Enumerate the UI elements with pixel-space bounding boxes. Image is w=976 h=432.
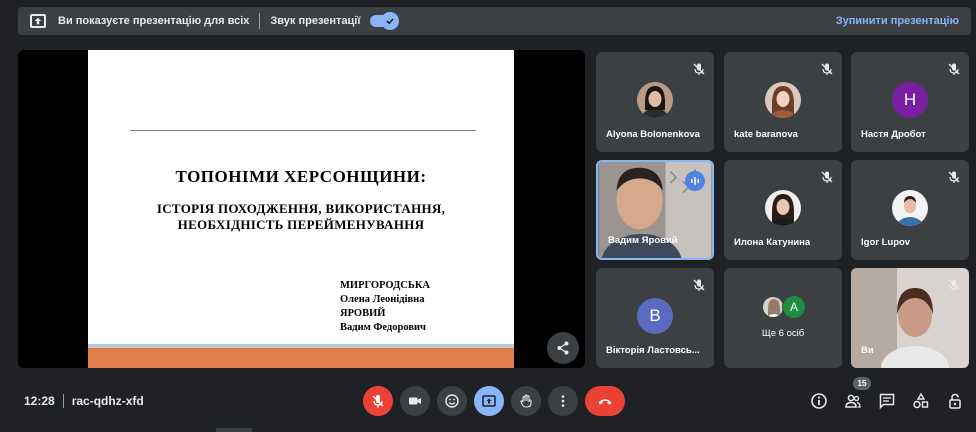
avatar <box>892 190 928 226</box>
participant-name: Настя Дробот <box>861 129 926 140</box>
chat-button[interactable] <box>876 390 898 412</box>
presentation-view: ТОПОНІМИ ХЕРСОНЩИНИ: ІСТОРІЯ ПОХОДЖЕННЯ,… <box>18 50 585 368</box>
control-bar: 12:28 rac-qdhz-xfd <box>0 380 976 424</box>
avatar <box>765 82 801 118</box>
slide-authors: МИРГОРОДСЬКА Олена Леонідівна ЯРОВИЙ Вад… <box>340 279 430 335</box>
meeting-time: 12:28 <box>24 394 55 408</box>
slide-title: ТОПОНІМИ ХЕРСОНЩИНИ: <box>175 167 427 186</box>
more-participants-tile[interactable]: A Ще 6 осіб <box>724 268 842 368</box>
camera-icon <box>409 397 421 405</box>
avatar: B <box>637 298 673 334</box>
banner-divider <box>259 13 261 29</box>
info-icon <box>811 393 827 409</box>
speaking-icon <box>685 171 705 191</box>
present-now-button[interactable] <box>474 386 504 416</box>
slide: ТОПОНІМИ ХЕРСОНЩИНИ: ІСТОРІЯ ПОХОДЖЕННЯ,… <box>88 50 514 368</box>
present-icon <box>30 14 46 28</box>
hand-icon <box>520 394 532 408</box>
participant-tile[interactable]: Alyona Bolonenkova <box>596 52 714 152</box>
activities-icon <box>913 392 929 409</box>
more-icon <box>561 395 565 407</box>
avatar: H <box>892 82 928 118</box>
participant-name: Вадим Яровий <box>608 235 678 246</box>
more-participants-label: Ще 6 осіб <box>761 328 805 339</box>
meeting-info: 12:28 rac-qdhz-xfd <box>24 394 144 408</box>
participant-name: Илона Катунина <box>734 237 811 248</box>
mic-off-icon <box>693 63 705 75</box>
participant-tile[interactable]: kate baranova <box>724 52 842 152</box>
raise-hand-button[interactable] <box>511 386 541 416</box>
participant-tile[interactable]: Igor Lupov <box>851 160 969 260</box>
slide-subtitle-line2: НЕОБХІДНІСТЬ ПЕРЕЙМЕНУВАННЯ <box>177 217 425 232</box>
slide-footer-bar <box>88 348 514 368</box>
author2-name: Вадим Федорович <box>340 322 426 333</box>
call-end-icon <box>598 399 612 405</box>
stop-presenting-button[interactable]: Зупинити презентацію <box>836 15 959 27</box>
author1-surname: МИРГОРОДСЬКА <box>340 280 431 291</box>
reactions-button[interactable] <box>437 386 467 416</box>
scroll-indicator <box>216 428 252 432</box>
activities-button[interactable] <box>910 390 932 412</box>
participant-tile[interactable]: Илона Катунина <box>724 160 842 260</box>
participant-name: Ви <box>861 345 874 356</box>
chat-icon <box>879 393 895 410</box>
presentation-sound-toggle[interactable] <box>370 12 400 30</box>
mic-off-icon <box>948 171 960 183</box>
presenting-message: Ви показуєте презентацію для всіх <box>58 15 250 27</box>
mic-off-icon <box>948 63 960 75</box>
avatar <box>762 296 784 318</box>
avatar: A <box>782 295 806 319</box>
author2-surname: ЯРОВИЙ <box>340 308 386 319</box>
microphone-toggle-button[interactable] <box>363 386 393 416</box>
share-button[interactable] <box>547 332 579 364</box>
present-now-icon <box>482 395 496 407</box>
participant-name: Alyona Bolonenkova <box>606 129 700 140</box>
meeting-info-divider <box>62 394 64 408</box>
meeting-code: rac-qdhz-xfd <box>71 394 144 408</box>
lock-icon <box>949 393 961 409</box>
author1-name: Олена Леонідівна <box>340 294 425 305</box>
participants-button[interactable] <box>842 390 864 412</box>
mic-off-icon <box>372 395 384 408</box>
leave-call-button[interactable] <box>585 386 625 416</box>
presentation-sound-label: Звук презентації <box>270 15 361 27</box>
participant-tile-active[interactable]: Вадим Яровий <box>596 160 714 260</box>
mic-off-icon <box>821 63 833 75</box>
slide-subtitle: ІСТОРІЯ ПОХОДЖЕННЯ, ВИКОРИСТАННЯ, НЕОБХІ… <box>88 201 514 233</box>
meeting-details-button[interactable] <box>808 390 830 412</box>
mic-off-icon <box>693 279 705 291</box>
mic-off-icon <box>821 171 833 183</box>
host-controls-button[interactable] <box>944 390 966 412</box>
emoji-icon <box>445 394 459 408</box>
mic-off-icon <box>948 279 960 291</box>
more-options-button[interactable] <box>548 386 578 416</box>
camera-toggle-button[interactable] <box>400 386 430 416</box>
self-tile[interactable]: Ви <box>851 268 969 368</box>
participant-count-badge: 15 <box>853 377 871 390</box>
avatar <box>637 82 673 118</box>
participant-name: kate baranova <box>734 129 798 140</box>
check-icon <box>381 12 400 30</box>
participant-tile[interactable]: H Настя Дробот <box>851 52 969 152</box>
share-icon <box>557 341 569 355</box>
participant-name: Igor Lupov <box>861 237 911 248</box>
people-icon <box>845 394 861 408</box>
presenting-banner: Ви показуєте презентацію для всіх Звук п… <box>18 7 971 35</box>
slide-subtitle-line1: ІСТОРІЯ ПОХОДЖЕННЯ, ВИКОРИСТАННЯ, <box>156 201 446 216</box>
participant-tile[interactable]: B Вікторія Ластовсь... <box>596 268 714 368</box>
participant-name: Вікторія Ластовсь... <box>606 345 700 356</box>
slide-rule <box>130 130 476 131</box>
avatar <box>765 190 801 226</box>
